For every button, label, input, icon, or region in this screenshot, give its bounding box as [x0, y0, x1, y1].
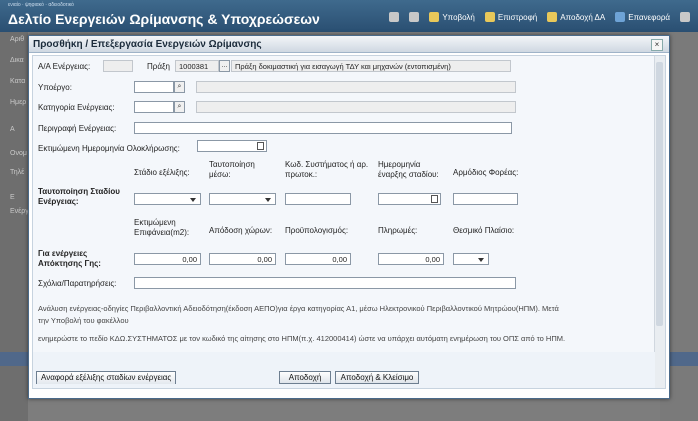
save-icon[interactable] — [389, 12, 400, 22]
info-text: την Υποβολή του φακέλλου — [38, 316, 129, 325]
description-label: Περιγραφή Ενέργειας: — [38, 124, 117, 133]
space-delivery-input[interactable]: 0,00 — [209, 253, 276, 265]
stage-header: Κωδ. Συστήματος ή αρ. πρωτοκ.: — [285, 160, 369, 179]
pencil-icon[interactable] — [680, 12, 690, 22]
payments-input[interactable]: 0,00 — [378, 253, 444, 265]
info-text: Ανάλυση ενέργειας-οδηγίες Περιβαλλοντική… — [38, 304, 559, 313]
close-button[interactable]: × — [651, 39, 663, 51]
left-label: Ενέργ — [10, 208, 29, 215]
est-date-label: Εκτιμώμενη Ημερομηνία Ολοκλήρωσης: — [38, 144, 180, 153]
stage-header: Αρμόδιος Φορέας: — [453, 168, 519, 177]
area-input[interactable]: 0,00 — [134, 253, 201, 265]
category-description-field — [196, 101, 516, 113]
scrollbar-thumb[interactable] — [656, 62, 663, 326]
praxi-label: Πράξη — [147, 62, 170, 71]
subproject-input[interactable] — [134, 81, 174, 93]
praxi-description-field: Πράξη δοκιμαστική για εισαγωγή ΤΔΥ και μ… — [231, 60, 511, 72]
legal-framework-select[interactable] — [453, 253, 489, 265]
comments-input[interactable] — [134, 277, 516, 289]
calendar-icon[interactable] — [257, 142, 264, 150]
subproject-search-icon[interactable]: ⌕ — [174, 81, 185, 93]
app-header: ενιαίο · ψηφιακό · αδειοδοτικό Δελτίο Εν… — [0, 0, 698, 32]
dialog-footer: Αποδοχή Αποδοχή & Κλείσιμο Αναφορά εξέλι… — [33, 352, 655, 388]
aa-field — [103, 60, 133, 72]
resubmit-icon — [615, 12, 626, 22]
land-header: Εκτιμώμενη Επιφάνεια(m2): — [134, 218, 190, 237]
agency-input[interactable] — [453, 193, 518, 205]
stage-header: Ταυτοποίηση μέσω: — [209, 160, 255, 179]
left-label: Δικα — [10, 57, 24, 64]
app-toolbar: Υποβολή Επιστροφή Αποδοχή ΔΑ Επανεφορά — [389, 12, 690, 22]
land-header: Θεσμικό Πλαίσιο: — [453, 226, 515, 235]
subproject-label: Υποέργο: — [38, 83, 72, 92]
stage-header: Στάδιο εξέλιξης: — [134, 168, 190, 177]
return-icon — [484, 12, 495, 22]
tab-stage-report[interactable]: Αναφορά εξέλιξης σταδίων ενέργειας — [36, 371, 177, 384]
return-button[interactable]: Επιστροφή — [484, 12, 537, 22]
comments-label: Σχόλια/Παρατηρήσεις: — [38, 279, 117, 288]
identification-select[interactable] — [209, 193, 276, 205]
praxi-lookup-button[interactable]: ... — [219, 60, 230, 72]
dialog-title: Προσθήκη / Επεξεργασία Ενεργειών Ωρίμανσ… — [33, 39, 262, 50]
dialog-header: Προσθήκη / Επεξεργασία Ενεργειών Ωρίμανσ… — [29, 36, 669, 53]
stage-date-input[interactable] — [378, 193, 441, 205]
system-code-input[interactable] — [285, 193, 351, 205]
calendar-icon[interactable] — [431, 195, 438, 203]
category-search-icon[interactable]: ⌕ — [174, 101, 185, 113]
left-label: Ε — [10, 194, 15, 201]
description-input[interactable] — [134, 122, 512, 134]
accept-icon — [547, 12, 558, 22]
left-label: Ημερ — [10, 99, 27, 106]
left-label: Τηλέ — [10, 169, 25, 176]
budget-input[interactable]: 0,00 — [285, 253, 351, 265]
category-label: Κατηγορία Ενέργειας: — [38, 103, 115, 112]
left-label: Αριθ — [10, 36, 25, 43]
land-header: Προϋπολογισμός: — [285, 226, 349, 235]
category-input[interactable] — [134, 101, 174, 113]
praxi-code-field: 1000381 — [175, 60, 219, 72]
land-header: Απόδοση χώρων: — [209, 226, 273, 235]
aa-label: Α/Α Ενέργειας: — [38, 62, 91, 71]
accept-button[interactable]: Αποδοχή — [279, 371, 331, 384]
left-label: Α — [10, 126, 15, 133]
edit-icon[interactable] — [409, 12, 420, 22]
app-logo: ενιαίο · ψηφιακό · αδειοδοτικό — [8, 2, 74, 8]
est-date-input[interactable] — [197, 140, 267, 152]
submit-icon — [429, 12, 440, 22]
scrollbar[interactable] — [654, 56, 665, 388]
info-text: ενημερώστε το πεδίο ΚΔΩ.ΣΥΣΤΗΜΑΤΟΣ με το… — [38, 334, 566, 343]
submit-button[interactable]: Υποβολή — [429, 12, 475, 22]
app-title: Δελτίο Ενεργειών Ωρίμανσης & Υποχρεώσεων — [8, 11, 320, 27]
dialog-body: Α/Α Ενέργειας: Πράξη 1000381 ... Πράξη δ… — [32, 55, 666, 389]
resubmit-button[interactable]: Επανεφορά — [615, 12, 670, 22]
land-header: Πληρωμές: — [378, 226, 418, 235]
stage-select[interactable] — [134, 193, 201, 205]
subproject-description-field — [196, 81, 516, 93]
left-label: Ονομ — [10, 150, 27, 157]
accept-da-button[interactable]: Αποδοχή ΔΑ — [547, 12, 605, 22]
action-dialog: Προσθήκη / Επεξεργασία Ενεργειών Ωρίμανσ… — [28, 35, 670, 399]
stage-header: Ημερομηνία έναρξης σταδίου: — [378, 160, 439, 179]
land-row-label: Για ενέργειες Απόκτησης Γης: — [38, 249, 101, 268]
left-label: Κατα — [10, 78, 26, 85]
accept-close-button[interactable]: Αποδοχή & Κλείσιμο — [335, 371, 419, 384]
stage-row-label: Ταυτοποίηση Σταδίου Ενέργειας: — [38, 187, 120, 206]
